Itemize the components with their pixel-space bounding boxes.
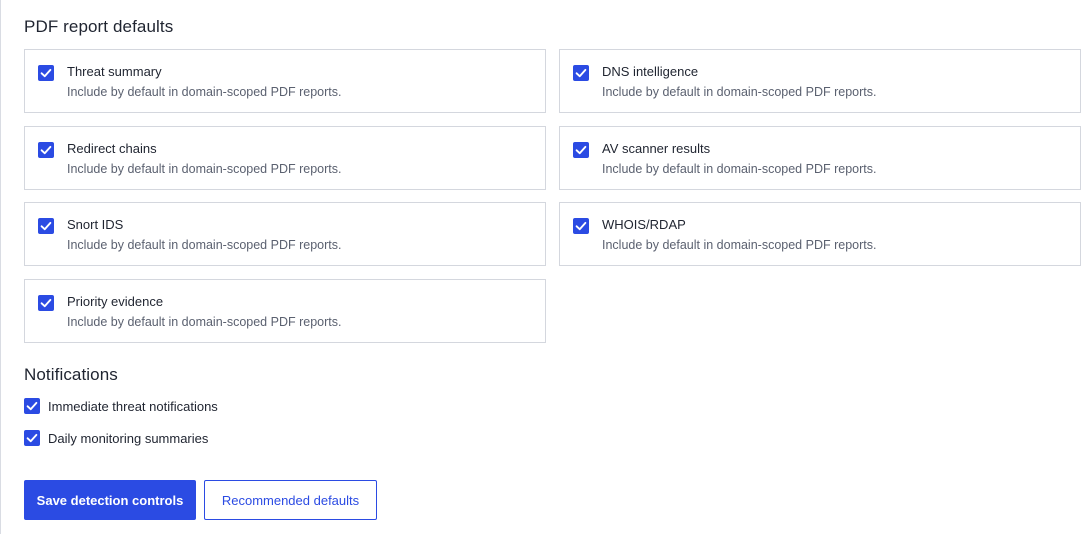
card-title: AV scanner results — [602, 141, 711, 156]
immediate-threat-checkbox[interactable] — [24, 398, 40, 414]
card-title: Threat summary — [67, 64, 162, 79]
checkmark-icon — [575, 221, 587, 231]
checkmark-icon — [40, 145, 52, 155]
settings-panel: PDF report defaults Threat summary Inclu… — [0, 0, 1088, 534]
notification-label: Daily monitoring summaries — [48, 431, 209, 446]
checkmark-icon — [575, 145, 587, 155]
whois-rdap-checkbox[interactable] — [573, 218, 589, 234]
save-detection-controls-button[interactable]: Save detection controls — [24, 480, 196, 520]
checkmark-icon — [575, 68, 587, 78]
av-scanner-results-checkbox[interactable] — [573, 142, 589, 158]
checkmark-icon — [26, 433, 38, 443]
threat-summary-checkbox[interactable] — [38, 65, 54, 81]
pdf-report-defaults-heading: PDF report defaults — [24, 17, 174, 36]
pdf-option-whois-rdap[interactable]: WHOIS/RDAP Include by default in domain-… — [559, 202, 1081, 266]
card-description: Include by default in domain-scoped PDF … — [67, 85, 342, 99]
redirect-chains-checkbox[interactable] — [38, 142, 54, 158]
notification-label: Immediate threat notifications — [48, 399, 218, 414]
pdf-option-threat-summary[interactable]: Threat summary Include by default in dom… — [24, 49, 546, 113]
card-description: Include by default in domain-scoped PDF … — [602, 162, 877, 176]
card-description: Include by default in domain-scoped PDF … — [67, 238, 342, 252]
pdf-option-av-scanner-results[interactable]: AV scanner results Include by default in… — [559, 126, 1081, 190]
pdf-option-priority-evidence[interactable]: Priority evidence Include by default in … — [24, 279, 546, 343]
card-description: Include by default in domain-scoped PDF … — [67, 315, 342, 329]
priority-evidence-checkbox[interactable] — [38, 295, 54, 311]
dns-intelligence-checkbox[interactable] — [573, 65, 589, 81]
daily-summaries-checkbox[interactable] — [24, 430, 40, 446]
checkmark-icon — [40, 221, 52, 231]
pdf-option-dns-intelligence[interactable]: DNS intelligence Include by default in d… — [559, 49, 1081, 113]
card-title: DNS intelligence — [602, 64, 699, 79]
notifications-heading: Notifications — [24, 365, 118, 384]
checkmark-icon — [40, 298, 52, 308]
checkmark-icon — [26, 401, 38, 411]
card-description: Include by default in domain-scoped PDF … — [67, 162, 342, 176]
pdf-option-redirect-chains[interactable]: Redirect chains Include by default in do… — [24, 126, 546, 190]
card-description: Include by default in domain-scoped PDF … — [602, 85, 877, 99]
card-title: WHOIS/RDAP — [602, 217, 686, 232]
card-title: Snort IDS — [67, 217, 124, 232]
card-description: Include by default in domain-scoped PDF … — [602, 238, 877, 252]
recommended-defaults-button[interactable]: Recommended defaults — [204, 480, 377, 520]
checkmark-icon — [40, 68, 52, 78]
pdf-option-snort-ids[interactable]: Snort IDS Include by default in domain-s… — [24, 202, 546, 266]
snort-ids-checkbox[interactable] — [38, 218, 54, 234]
card-title: Priority evidence — [67, 294, 164, 309]
card-title: Redirect chains — [67, 141, 157, 156]
